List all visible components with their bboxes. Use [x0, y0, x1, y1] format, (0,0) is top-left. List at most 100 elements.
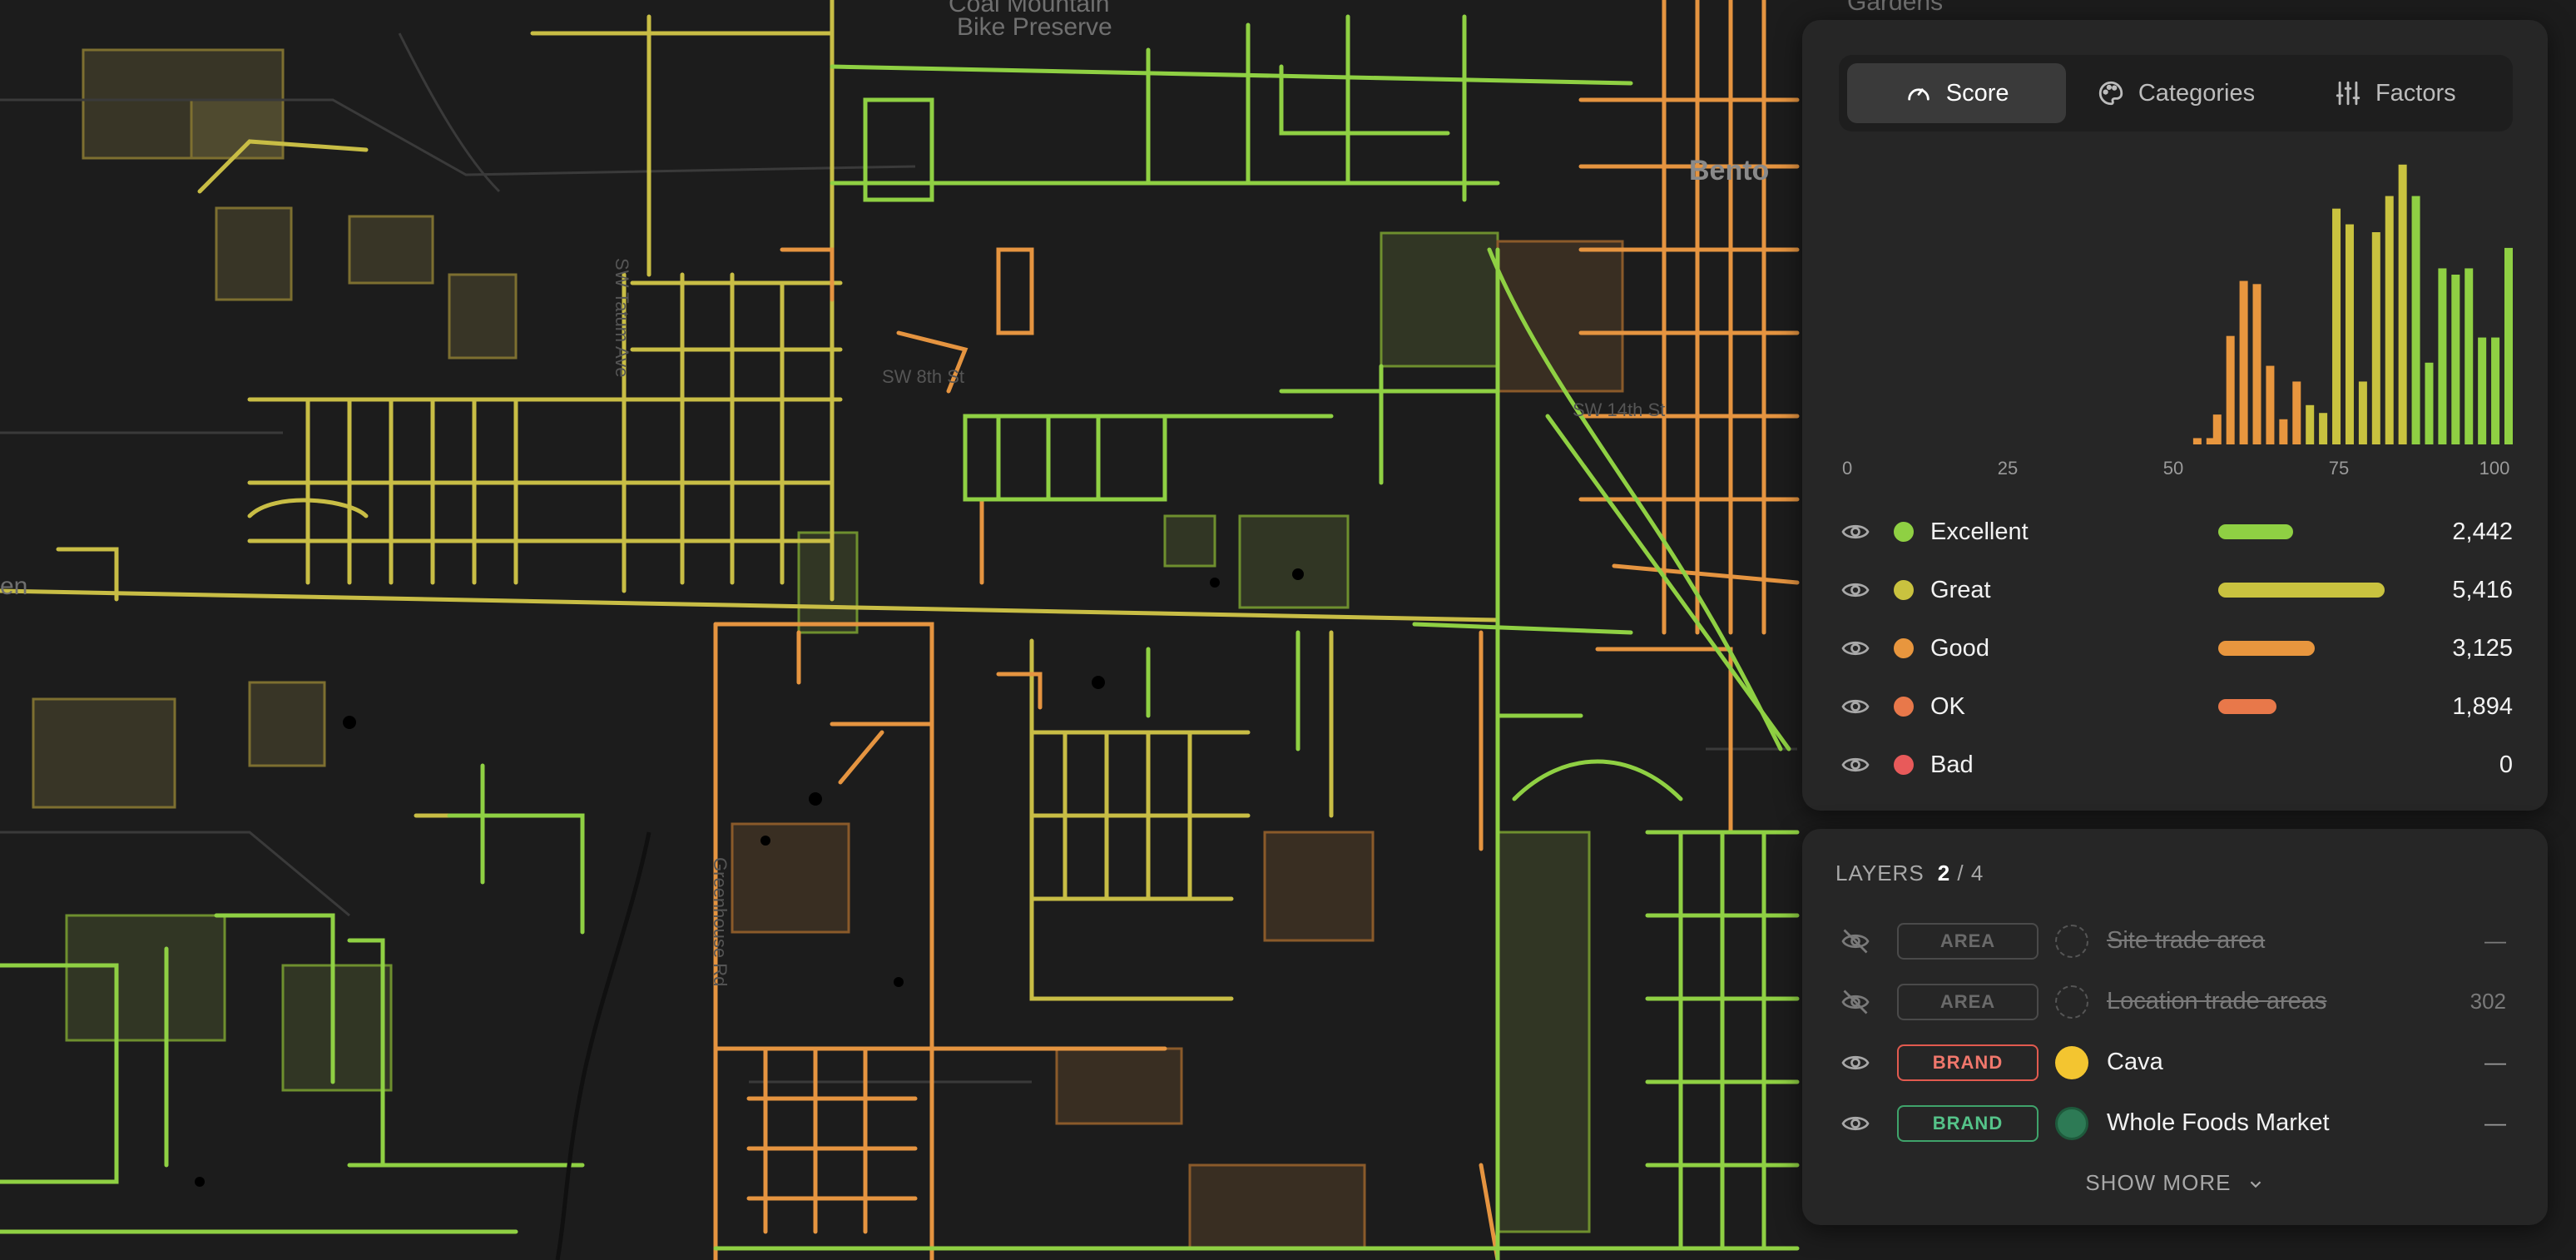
- legend-bar: [2218, 524, 2293, 539]
- histogram-bar: [2345, 224, 2354, 444]
- chevron-down-icon: [2250, 1181, 2261, 1188]
- histogram-tick-label: 50: [2163, 458, 2183, 478]
- tab-score[interactable]: Score: [1847, 63, 2067, 123]
- show-more-button[interactable]: SHOW MORE: [1802, 1170, 2548, 1196]
- histogram-tick-label: 0: [1842, 458, 1852, 478]
- histogram-bar: [2266, 365, 2275, 444]
- legend-row-bad: Bad 0: [1839, 736, 2513, 794]
- parcel-polygon: [281, 964, 393, 1092]
- cava-logo-icon: [2055, 1045, 2088, 1079]
- histogram-bar: [2438, 268, 2447, 444]
- layer-name: Cava: [2107, 1049, 2163, 1075]
- histogram-bar: [2478, 337, 2487, 444]
- legend-bar-track: [2218, 699, 2401, 714]
- parcel-polygon: [1496, 831, 1591, 1233]
- layer-name: Site trade area: [2107, 927, 2266, 954]
- layers-title: LAYERS: [1835, 861, 1925, 885]
- legend-bar-track: [2218, 641, 2401, 656]
- legend-bar-track: [2218, 583, 2401, 598]
- eye-icon[interactable]: [1839, 515, 1872, 548]
- histogram-tick-label: 100: [2479, 458, 2510, 478]
- layer-row[interactable]: AREA Location trade areas 302: [1839, 971, 2514, 1032]
- legend-bar: [2218, 583, 2385, 598]
- eye-icon[interactable]: [1839, 690, 1872, 723]
- score-legend: Excellent 2,442 Great 5,416 Good 3,125 O…: [1839, 503, 2513, 794]
- histogram-bar: [2411, 196, 2420, 445]
- layers-active-count: 2: [1937, 861, 1951, 885]
- parcel-polygon: [215, 206, 293, 301]
- histogram-bar: [2451, 275, 2460, 444]
- parcel-polygon: [797, 531, 859, 634]
- layer-name: Whole Foods Market: [2107, 1109, 2330, 1136]
- eye-icon[interactable]: [1839, 573, 1872, 607]
- histogram-bar: [2212, 414, 2222, 444]
- legend-dot: [1894, 522, 1914, 542]
- view-tabs: Score Categories Factors: [1839, 55, 2513, 131]
- map-label-poi: Gardens: [1847, 0, 1944, 16]
- legend-count: 2,442: [2452, 518, 2513, 545]
- layer-count: —: [2484, 1049, 2506, 1074]
- legend-count: 1,894: [2452, 692, 2513, 720]
- parcel-polygon: [1238, 514, 1350, 609]
- parcel-polygon: [190, 98, 285, 160]
- score-panel: Score Categories Factors 0 25 50 75 100 Exce: [1802, 20, 2548, 811]
- histogram-bar: [2371, 232, 2380, 444]
- layer-count: —: [2484, 1110, 2506, 1135]
- map-label-poi: Bike Preserve: [957, 13, 1112, 41]
- layer-type-badge: BRAND: [1897, 1104, 2039, 1142]
- map-label-street: SW 14th St: [1573, 399, 1666, 420]
- legend-row-great: Great 5,416: [1839, 561, 2513, 619]
- legend-bar: [2218, 699, 2276, 714]
- layer-row[interactable]: AREA Site trade area —: [1839, 910, 2514, 971]
- histogram-bar: [2358, 381, 2367, 444]
- whole-foods-logo-icon: [2055, 1106, 2088, 1140]
- histogram-bar: [2385, 196, 2394, 445]
- legend-dot: [1894, 580, 1914, 600]
- legend-label: Excellent: [1930, 518, 2029, 545]
- layer-row[interactable]: BRAND Cava —: [1839, 1032, 2514, 1093]
- histogram-bar: [2465, 268, 2474, 444]
- legend-dot: [1894, 638, 1914, 658]
- parcel-polygon: [32, 697, 176, 809]
- histogram-tick-label: 25: [1998, 458, 2018, 478]
- score-histogram: 0 25 50 75 100: [1840, 145, 2514, 479]
- parcel-polygon: [448, 273, 518, 360]
- legend-bar-track: [2218, 524, 2401, 539]
- map-label-edge: en: [0, 573, 28, 600]
- map-label-street: SW Tatum Ave: [612, 258, 632, 378]
- histogram-tick-label: 75: [2329, 458, 2349, 478]
- dashed-circle-icon: [2055, 985, 2088, 1019]
- dashed-circle-icon: [2055, 924, 2088, 958]
- legend-dot: [1894, 755, 1914, 775]
- eye-off-icon[interactable]: [1839, 925, 1872, 958]
- eye-off-icon[interactable]: [1839, 985, 1872, 1019]
- histogram-bar: [2252, 284, 2261, 444]
- layer-name: Location trade areas: [2107, 988, 2327, 1014]
- layer-row[interactable]: BRAND Whole Foods Market —: [1839, 1093, 2514, 1153]
- layers-header: LAYERS 2 / 4: [1835, 861, 1984, 886]
- histogram-bar: [2491, 337, 2500, 444]
- tab-categories[interactable]: Categories: [2066, 63, 2285, 123]
- legend-bar: [2218, 641, 2315, 656]
- eye-icon[interactable]: [1839, 748, 1872, 781]
- map-label-street: SW 8th St: [882, 366, 965, 387]
- histogram-bar: [2398, 164, 2407, 444]
- layers-total: / 4: [1957, 861, 1984, 885]
- tab-factors[interactable]: Factors: [2286, 63, 2504, 123]
- layer-count: 302: [2469, 989, 2506, 1014]
- eye-icon[interactable]: [1839, 1107, 1872, 1140]
- layer-list: AREA Site trade area — AREA Location tra…: [1839, 910, 2514, 1153]
- histogram-bar: [2192, 438, 2202, 444]
- parcel-polygon: [1263, 831, 1375, 942]
- eye-icon[interactable]: [1839, 632, 1872, 665]
- parcel-polygon: [1380, 231, 1499, 368]
- parcel-polygon: [65, 914, 226, 1042]
- histogram-bar: [2319, 413, 2328, 444]
- eye-icon[interactable]: [1839, 1046, 1872, 1079]
- tab-categories-label: Categories: [2138, 79, 2256, 107]
- parcel-polygon: [1188, 1163, 1366, 1250]
- layer-type-badge: AREA: [1897, 922, 2039, 960]
- legend-row-ok: OK 1,894: [1839, 677, 2513, 736]
- histogram-bar: [2306, 404, 2315, 444]
- parcel-polygon: [1496, 240, 1624, 393]
